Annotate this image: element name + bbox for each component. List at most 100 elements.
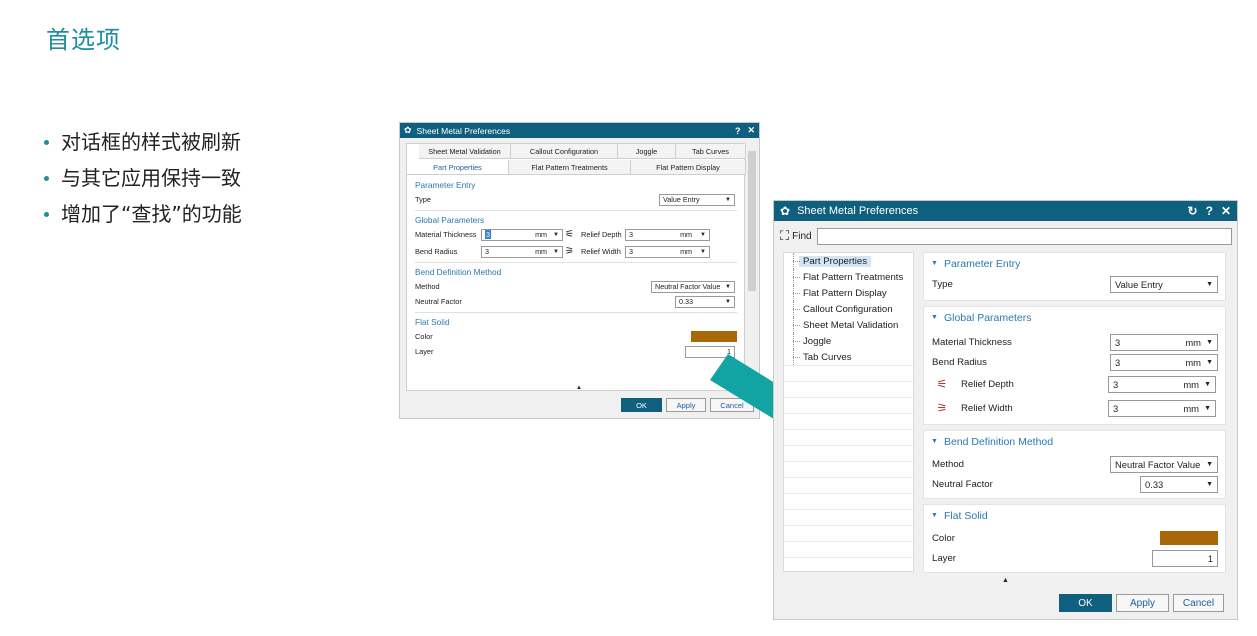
tab-callout-configuration[interactable]: Callout Configuration	[511, 144, 618, 158]
material-thickness-input[interactable]: 3 mm ▼	[1110, 333, 1218, 351]
chevron-down-icon: ▼	[1206, 460, 1213, 468]
tab-part-properties[interactable]: Part Properties	[407, 160, 509, 174]
neutral-factor-input[interactable]: 0.33 ▼	[1140, 475, 1218, 493]
material-thickness-value: 3	[1115, 336, 1121, 348]
bend-radius-value: 3	[1115, 356, 1121, 368]
bullet-dot-icon	[44, 211, 49, 217]
old-dialog-title-bar: ✿ Sheet Metal Preferences ? ✕	[400, 123, 759, 138]
help-button[interactable]: ?	[735, 126, 741, 136]
bullet-text: 对话框的样式被刷新	[61, 130, 241, 154]
binoculars-icon: ⛶	[780, 228, 790, 243]
category-tree: Part Properties Flat Pattern Treatments …	[783, 252, 914, 572]
bend-radius-row: Bend Radius 3 mm ▼ ⚞ Relief Width 3 mm ▼	[415, 244, 737, 259]
relief-depth-input[interactable]: 3 mm ▼	[1108, 375, 1216, 393]
tab-flat-pattern-display[interactable]: Flat Pattern Display	[631, 160, 746, 174]
tree-item-flat-pattern-treatments[interactable]: Flat Pattern Treatments	[784, 269, 913, 285]
color-label: Color	[415, 332, 433, 341]
bullet-item: 对话框的样式被刷新	[44, 124, 242, 160]
ok-button[interactable]: OK	[621, 398, 662, 412]
layer-label: Layer	[415, 347, 434, 356]
color-swatch[interactable]	[1160, 531, 1218, 545]
bullet-dot-icon	[44, 175, 49, 181]
tab-flat-pattern-treatments[interactable]: Flat Pattern Treatments	[509, 160, 631, 174]
tree-item-sheet-metal-validation[interactable]: Sheet Metal Validation	[784, 317, 913, 333]
help-button[interactable]: ?	[1206, 204, 1213, 218]
bend-radius-row: Bend Radius 3 mm ▼	[924, 352, 1225, 372]
section-parameter-entry[interactable]: ▼ Parameter Entry	[924, 253, 1225, 274]
tree-item-label: Sheet Metal Validation	[803, 319, 899, 331]
relief-width-unit: mm	[680, 247, 693, 256]
relief-width-input[interactable]: 3 mm ▼	[1108, 399, 1216, 417]
card-flat-solid: ▼ Flat Solid Color Layer 1	[923, 504, 1226, 573]
bend-radius-value: 3	[485, 247, 489, 256]
bend-radius-input[interactable]: 3 mm ▼	[1110, 353, 1218, 371]
method-select[interactable]: Neutral Factor Value ▼	[651, 280, 735, 293]
collapse-triangle-icon: ▼	[931, 260, 938, 267]
neutral-factor-value: 0.33	[679, 297, 693, 306]
section-flat-solid[interactable]: ▼ Flat Solid	[924, 505, 1225, 526]
chevron-down-icon: ▼	[1206, 280, 1213, 288]
material-thickness-label: Material Thickness	[932, 336, 1012, 348]
type-select[interactable]: Value Entry ▼	[1110, 275, 1218, 293]
bullet-text: 与其它应用保持一致	[61, 166, 241, 190]
section-global-parameters[interactable]: ▼ Global Parameters	[924, 307, 1225, 328]
card-global-parameters: ▼ Global Parameters Material Thickness 3 m…	[923, 306, 1226, 425]
chevron-down-icon: ▼	[1206, 338, 1213, 346]
tab-sheet-metal-validation[interactable]: Sheet Metal Validation	[419, 144, 511, 158]
neutral-factor-input[interactable]: 0.33 ▼	[675, 295, 735, 308]
layer-row: Layer 1	[924, 548, 1225, 568]
type-label: Type	[932, 278, 953, 290]
relief-depth-unit: mm	[680, 230, 693, 239]
collapse-up-icon[interactable]: ▲	[576, 385, 582, 391]
cancel-button[interactable]: Cancel	[1173, 594, 1224, 612]
relief-width-input[interactable]: 3 mm ▼	[625, 245, 710, 258]
tree-item-part-properties[interactable]: Part Properties	[784, 253, 913, 269]
tree-item-tab-curves[interactable]: Tab Curves	[784, 349, 913, 365]
apply-button[interactable]: Apply	[1116, 594, 1169, 612]
new-dialog-title-bar: ✿ Sheet Metal Preferences ↻ ? ✕	[774, 201, 1237, 221]
relief-depth-icon: ⚟	[936, 377, 948, 391]
relief-width-icon: ⚞	[936, 401, 948, 415]
neutral-factor-value: 0.33	[1145, 478, 1164, 490]
tree-item-flat-pattern-display[interactable]: Flat Pattern Display	[784, 285, 913, 301]
bullet-list: 对话框的样式被刷新 与其它应用保持一致 增加了“查找”的功能	[44, 124, 242, 232]
old-tab-row-2: Part Properties Flat Pattern Treatments …	[407, 160, 746, 175]
method-label: Method	[415, 282, 440, 291]
bend-radius-label: Bend Radius	[932, 356, 987, 368]
relief-depth-row: ⚟ Relief Depth 3 mm ▼	[924, 372, 1225, 396]
reset-button[interactable]: ↻	[1188, 204, 1198, 218]
properties-panel: ▼ Parameter Entry Type Value Entry ▼ ▼ Glob…	[923, 252, 1226, 573]
tab-joggle[interactable]: Joggle	[618, 144, 676, 158]
section-bend-definition-method: Bend Definition Method	[415, 267, 502, 277]
close-button[interactable]: ✕	[747, 125, 755, 136]
old-dialog-buttons: OK Apply Cancel	[400, 398, 759, 412]
bend-radius-input[interactable]: 3 mm ▼	[481, 245, 563, 258]
scrollbar-thumb[interactable]	[748, 151, 756, 291]
section-heading: Global Parameters	[943, 311, 1032, 324]
method-row: Method Neutral Factor Value ▼	[415, 279, 737, 294]
find-input[interactable]	[816, 227, 1232, 245]
material-thickness-input[interactable]: 3 mm ▼	[481, 228, 563, 241]
tree-item-callout-configuration[interactable]: Callout Configuration	[784, 301, 913, 317]
ok-button[interactable]: OK	[1059, 594, 1112, 612]
type-row: Type Value Entry ▼	[924, 274, 1225, 294]
tree-item-joggle[interactable]: Joggle	[784, 333, 913, 349]
collapse-up-icon[interactable]: ▲	[1002, 577, 1009, 584]
layer-row: Layer 1	[415, 344, 737, 359]
tab-tab-curves[interactable]: Tab Curves	[676, 144, 746, 158]
relief-depth-input[interactable]: 3 mm ▼	[625, 228, 710, 241]
gear-icon: ✿	[780, 204, 791, 218]
method-select-value: Neutral Factor Value	[1115, 458, 1201, 470]
chevron-down-icon: ▼	[1204, 380, 1211, 388]
section-heading: Flat Solid	[943, 509, 988, 522]
section-bend-definition-method[interactable]: ▼ Bend Definition Method	[924, 431, 1225, 452]
color-swatch[interactable]	[691, 331, 737, 342]
layer-input[interactable]: 1	[1152, 549, 1218, 567]
color-row: Color	[924, 528, 1225, 548]
neutral-factor-label: Neutral Factor	[932, 478, 993, 490]
apply-button[interactable]: Apply	[666, 398, 706, 412]
method-row: Method Neutral Factor Value ▼	[924, 454, 1225, 474]
type-select[interactable]: Value Entry ▼	[659, 193, 735, 206]
method-select[interactable]: Neutral Factor Value ▼	[1110, 455, 1218, 473]
close-button[interactable]: ✕	[1221, 204, 1231, 218]
